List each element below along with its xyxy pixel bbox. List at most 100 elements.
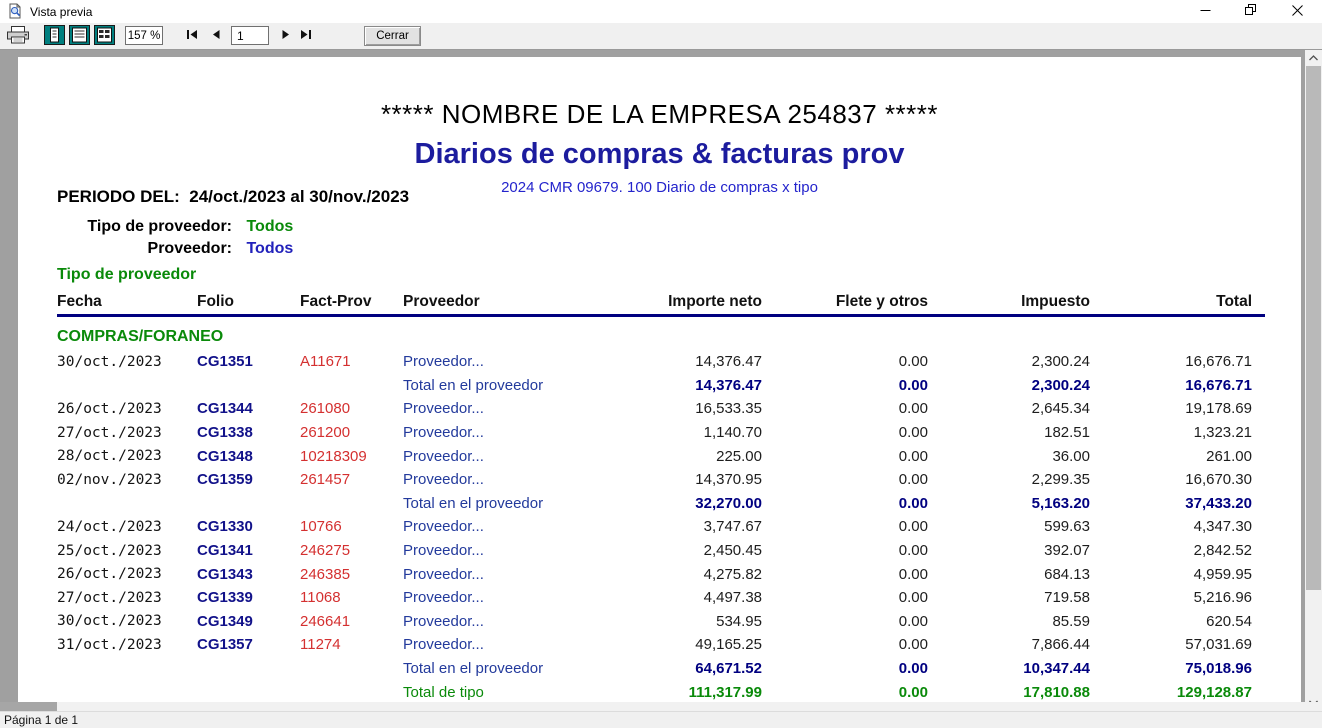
cell-imp: 2,300.24	[1031, 353, 1090, 371]
cell-fact: 246275	[300, 542, 351, 560]
cell-flete: 0.00	[898, 400, 928, 418]
cell-imp: 7,866.44	[1031, 636, 1090, 654]
cell-prov: Proveedor...	[403, 589, 484, 607]
cell-flete: 0.00	[898, 636, 928, 654]
cell-fact: 261200	[300, 424, 351, 442]
vertical-scrollbar-thumb[interactable]	[1306, 66, 1321, 590]
last-page-button[interactable]	[297, 28, 315, 43]
cell-folio: CG1351	[197, 353, 253, 371]
cell-fact: 10766	[300, 518, 342, 536]
cell-prov: Proveedor...	[403, 565, 484, 583]
cell-folio: CG1341	[197, 542, 253, 560]
cell-imp: 2,645.34	[1031, 400, 1090, 418]
cell-imp: 719.58	[1044, 589, 1090, 607]
vertical-scrollbar[interactable]	[1305, 49, 1322, 711]
close-button[interactable]	[1274, 0, 1320, 23]
full-width-view-icon	[69, 24, 90, 48]
column-header-flete: Flete y otros	[835, 292, 928, 310]
cell-neto: 32,270.00	[695, 494, 762, 512]
scroll-up-arrow[interactable]	[1305, 49, 1322, 66]
cell-flete: 0.00	[898, 660, 928, 678]
single-page-view-button[interactable]	[44, 24, 65, 48]
two-page-view-icon	[94, 24, 115, 48]
cell-flete: 0.00	[898, 518, 928, 536]
column-header-importe-neto: Importe neto	[668, 292, 762, 310]
cell-fact: 11068	[300, 589, 341, 607]
cell-total: 19,178.69	[1185, 400, 1252, 418]
cell-total: 75,018.96	[1185, 660, 1252, 678]
cerrar-button[interactable]: Cerrar	[364, 26, 421, 46]
cell-fact: 261457	[300, 471, 351, 489]
cell-folio: CG1359	[197, 471, 253, 489]
cell-fecha: 31/oct./2023	[57, 636, 162, 653]
cell-flete: 0.00	[898, 589, 928, 607]
cell-neto: 4,497.38	[703, 589, 762, 607]
cell-total: 5,216.96	[1193, 589, 1252, 607]
column-header-proveedor: Proveedor	[403, 292, 480, 310]
scrollbar-corner	[1305, 702, 1322, 711]
page-number-input[interactable]	[231, 26, 269, 45]
cell-imp: 684.13	[1044, 565, 1090, 583]
cell-neto: 1,140.70	[703, 424, 762, 442]
cell-folio: CG1357	[197, 636, 253, 654]
table-row: 25/oct./2023 CG1341 246275 Proveedor... 2,45…	[57, 539, 1252, 563]
two-page-view-button[interactable]	[94, 24, 115, 48]
cell-prov: Proveedor...	[403, 447, 484, 465]
close-icon	[1291, 3, 1303, 21]
window-title: Vista previa	[30, 5, 93, 19]
cell-total: 1,323.21	[1193, 424, 1252, 442]
horizontal-scrollbar-thumb[interactable]	[0, 702, 57, 711]
first-page-button[interactable]	[183, 28, 201, 43]
restore-button[interactable]	[1228, 0, 1274, 23]
table-row: 30/oct./2023 CG1351 A11671 Proveedor... 14,3…	[57, 350, 1252, 374]
previous-page-icon	[210, 28, 222, 44]
cell-fecha: 28/oct./2023	[57, 448, 162, 465]
minimize-icon	[1200, 3, 1211, 21]
table-row: 28/oct./2023 CG1348 10218309 Proveedor... 22…	[57, 444, 1252, 468]
full-width-view-button[interactable]	[69, 24, 90, 48]
company-title: ***** NOMBRE DE LA EMPRESA 254837 *****	[380, 99, 939, 129]
period-line: PERIODO DEL: 24/oct./2023 al 30/nov./202…	[57, 187, 409, 207]
next-page-button[interactable]	[278, 28, 294, 43]
cell-imp: 85.59	[1052, 612, 1090, 630]
report-page: ***** NOMBRE DE LA EMPRESA 254837 ***** …	[18, 57, 1301, 702]
cell-total: 4,959.95	[1193, 565, 1252, 583]
print-button[interactable]	[5, 25, 31, 47]
cell-neto: 14,370.95	[695, 471, 762, 489]
cell-fecha: 25/oct./2023	[57, 542, 162, 559]
filter-tipo-value: Todos	[246, 218, 294, 235]
group-header: Tipo de proveedor	[57, 266, 197, 283]
table-row: 30/oct./2023 CG1349 246641 Proveedor... 534.…	[57, 610, 1252, 634]
table-row: 27/oct./2023 CG1339 11068 Proveedor... 4,497…	[57, 586, 1252, 610]
horizontal-scrollbar[interactable]	[0, 702, 1305, 711]
cell-imp: 10,347.44	[1023, 660, 1090, 678]
cell-total: 261.00	[1206, 447, 1252, 465]
previous-page-button[interactable]	[208, 28, 224, 43]
cell-total: 37,433.20	[1185, 494, 1252, 512]
filter-proveedor-label: Proveedor:	[147, 240, 232, 257]
preview-area: ***** NOMBRE DE LA EMPRESA 254837 ***** …	[0, 49, 1305, 702]
cell-flete: 0.00	[898, 424, 928, 442]
cell-folio: CG1344	[197, 400, 253, 418]
report-title: Diarios de compras & facturas prov	[414, 138, 905, 170]
filter-proveedor: Proveedor: Todos	[57, 240, 294, 258]
single-page-view-icon	[44, 24, 65, 48]
cell-flete: 0.00	[898, 542, 928, 560]
cell-neto: 14,376.47	[695, 376, 762, 394]
cell-flete: 0.00	[898, 683, 928, 701]
filter-tipo-proveedor: Tipo de proveedor: Todos	[57, 218, 293, 236]
cell-flete: 0.00	[898, 471, 928, 489]
cell-neto: 16,533.35	[695, 400, 762, 418]
next-page-icon	[280, 28, 292, 44]
cell-prov: Total en el proveedor	[403, 376, 544, 394]
cell-neto: 225.00	[716, 447, 762, 465]
zoom-level-input[interactable]	[125, 26, 163, 45]
cell-prov: Proveedor...	[403, 612, 484, 630]
cell-total: 16,676.71	[1185, 353, 1252, 371]
cell-fecha: 02/nov./2023	[57, 471, 162, 488]
cell-fecha: 24/oct./2023	[57, 518, 162, 535]
cell-imp: 17,810.88	[1023, 683, 1090, 701]
minimize-button[interactable]	[1182, 0, 1228, 23]
cell-prov: Proveedor...	[403, 471, 484, 489]
printer-icon	[6, 25, 30, 47]
